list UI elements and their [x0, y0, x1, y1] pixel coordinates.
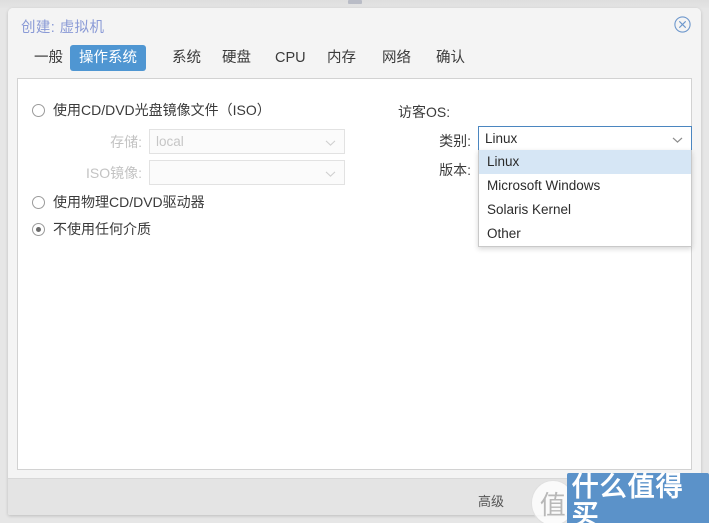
advanced-toggle[interactable]: 高级 — [478, 491, 504, 510]
tab-5[interactable]: 内存 — [318, 45, 365, 71]
field-iso-image: ISO镜像: — [32, 160, 345, 185]
radio-option-iso-file[interactable]: 使用CD/DVD光盘镜像文件（ISO） — [32, 100, 271, 120]
field-label-storage: 存储: — [110, 133, 142, 150]
radio-indicator-no-media[interactable] — [32, 222, 45, 236]
tab-7[interactable]: 确认 — [427, 45, 474, 71]
os-category-select-value: Linux — [485, 130, 518, 146]
tab-label: 网络 — [382, 50, 411, 66]
radio-label-iso-file: 使用CD/DVD光盘镜像文件（ISO） — [53, 102, 271, 118]
category-label: 类别: — [439, 133, 471, 149]
dialog-footer: 高级 — [8, 478, 701, 515]
radio-indicator-iso-file[interactable] — [32, 103, 45, 117]
dropdown-item-2[interactable]: Solaris Kernel — [479, 198, 691, 222]
chevron-down-icon — [325, 165, 336, 180]
radio-label-physical-drive: 使用物理CD/DVD驱动器 — [53, 194, 205, 210]
tab-1[interactable]: 操作系统 — [70, 45, 146, 71]
tab-bar: 一般 操作系统 系统 硬盘 CPU 内存 网络 确认 — [8, 42, 701, 78]
create-vm-dialog: 创建: 虚拟机 一般 操作系统 系统 硬盘 CPU 内存 网络 确认 使用CD/DVD光盘镜像… — [8, 8, 701, 515]
chevron-down-icon — [672, 131, 683, 146]
radio-indicator-physical-drive[interactable] — [32, 195, 45, 209]
tab-content-operating-system: 使用CD/DVD光盘镜像文件（ISO） 存储: local ISO镜像: 使用物… — [17, 78, 692, 470]
dialog-title: 创建: 虚拟机 — [21, 20, 105, 36]
screen: 创建: 虚拟机 一般 操作系统 系统 硬盘 CPU 内存 网络 确认 使用CD/DVD光盘镜像… — [0, 0, 709, 523]
tab-2[interactable]: 系统 — [163, 45, 210, 71]
os-category-select[interactable]: Linux — [478, 126, 692, 151]
tab-label: 操作系统 — [79, 50, 137, 66]
guest-os-heading: 访客OS: — [398, 104, 451, 120]
tab-label: 确认 — [436, 50, 465, 66]
dropdown-item-3[interactable]: Other — [479, 222, 691, 246]
tab-label: CPU — [275, 50, 306, 66]
tab-label: 硬盘 — [222, 50, 251, 66]
radio-option-physical-drive[interactable]: 使用物理CD/DVD驱动器 — [32, 192, 205, 212]
close-icon[interactable] — [674, 16, 691, 33]
storage-select[interactable]: local — [149, 129, 345, 154]
tab-6[interactable]: 网络 — [373, 45, 420, 71]
version-label: 版本: — [439, 162, 471, 178]
field-label-iso-image: ISO镜像: — [85, 164, 142, 181]
iso-image-select[interactable] — [149, 160, 345, 185]
tab-0[interactable]: 一般 — [25, 45, 72, 71]
radio-option-no-media[interactable]: 不使用任何介质 — [32, 219, 151, 239]
storage-select-value: local — [156, 133, 184, 149]
chevron-down-icon — [325, 134, 336, 149]
window-drag-handle[interactable] — [348, 0, 362, 4]
dropdown-item-1[interactable]: Microsoft Windows — [479, 174, 691, 198]
dialog-titlebar: 创建: 虚拟机 — [8, 8, 701, 42]
tab-label: 系统 — [172, 50, 201, 66]
tab-label: 一般 — [34, 50, 63, 66]
field-storage: 存储: local — [32, 129, 345, 154]
tab-label: 内存 — [327, 50, 356, 66]
radio-label-no-media: 不使用任何介质 — [53, 221, 151, 237]
os-category-dropdown[interactable]: Linux Microsoft Windows Solaris Kernel Othe… — [478, 150, 692, 247]
tab-3[interactable]: 硬盘 — [213, 45, 260, 71]
tab-4[interactable]: CPU — [266, 45, 315, 71]
dropdown-item-0[interactable]: Linux — [479, 150, 691, 174]
